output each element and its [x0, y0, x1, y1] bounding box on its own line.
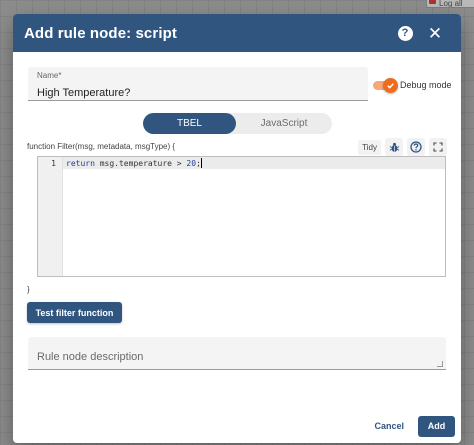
language-option-javascript[interactable]: JavaScript	[236, 113, 332, 134]
editor-toolbar: Tidy	[358, 138, 447, 156]
description-field[interactable]	[28, 337, 446, 370]
node-icon	[429, 0, 436, 4]
description-input[interactable]	[37, 351, 437, 363]
dialog-title: Add rule node: script	[24, 24, 177, 42]
background-node-label: Log all	[439, 0, 463, 8]
debug-mode-label: Debug mode	[400, 80, 452, 90]
help-icon	[410, 141, 422, 153]
add-rule-node-dialog: Add rule node: script ? ✕ Name* Debug mo…	[13, 14, 461, 443]
name-input[interactable]	[37, 87, 359, 99]
test-filter-function-button[interactable]: Test filter function	[27, 302, 122, 323]
line-numbers: 1	[38, 157, 63, 276]
debug-mode-toggle[interactable]: Debug mode	[373, 77, 452, 93]
name-label: Name*	[37, 71, 62, 80]
code-body: msg.temperature >	[94, 159, 187, 168]
dialog-header: Add rule node: script ? ✕	[13, 14, 461, 52]
background-rule-node: Log all	[426, 0, 474, 8]
language-selector: TBEL JavaScript	[143, 113, 332, 134]
code-number: 20	[186, 159, 197, 168]
name-field[interactable]: Name*	[28, 67, 368, 101]
help-icon: ?	[397, 25, 413, 41]
language-option-tbel[interactable]: TBEL	[143, 113, 236, 134]
check-icon	[383, 77, 398, 93]
line-number: 1	[51, 159, 56, 168]
script-help-button[interactable]	[407, 138, 425, 156]
code-keyword: return	[66, 159, 95, 168]
cancel-button[interactable]: Cancel	[368, 415, 410, 437]
fullscreen-icon	[433, 142, 443, 152]
close-button[interactable]: ✕	[421, 19, 449, 47]
close-icon: ✕	[427, 23, 443, 43]
debug-script-button[interactable]	[385, 138, 403, 156]
tidy-button[interactable]: Tidy	[358, 139, 381, 155]
add-button[interactable]: Add	[418, 415, 455, 437]
fullscreen-button[interactable]	[429, 138, 447, 156]
script-editor[interactable]: 1 return msg.temperature > 20;	[37, 156, 446, 277]
text-cursor	[200, 158, 202, 168]
debug-switch[interactable]	[373, 77, 398, 93]
dialog-footer: Cancel Add	[368, 415, 455, 437]
function-signature: function Filter(msg, metadata, msgType) …	[27, 142, 176, 151]
resize-handle[interactable]	[437, 361, 443, 367]
code-area[interactable]: return msg.temperature > 20;	[63, 157, 445, 276]
code-line[interactable]: return msg.temperature > 20;	[63, 157, 445, 169]
help-button[interactable]: ?	[391, 19, 419, 47]
function-closing-brace: }	[27, 285, 30, 294]
bug-icon	[389, 142, 399, 152]
